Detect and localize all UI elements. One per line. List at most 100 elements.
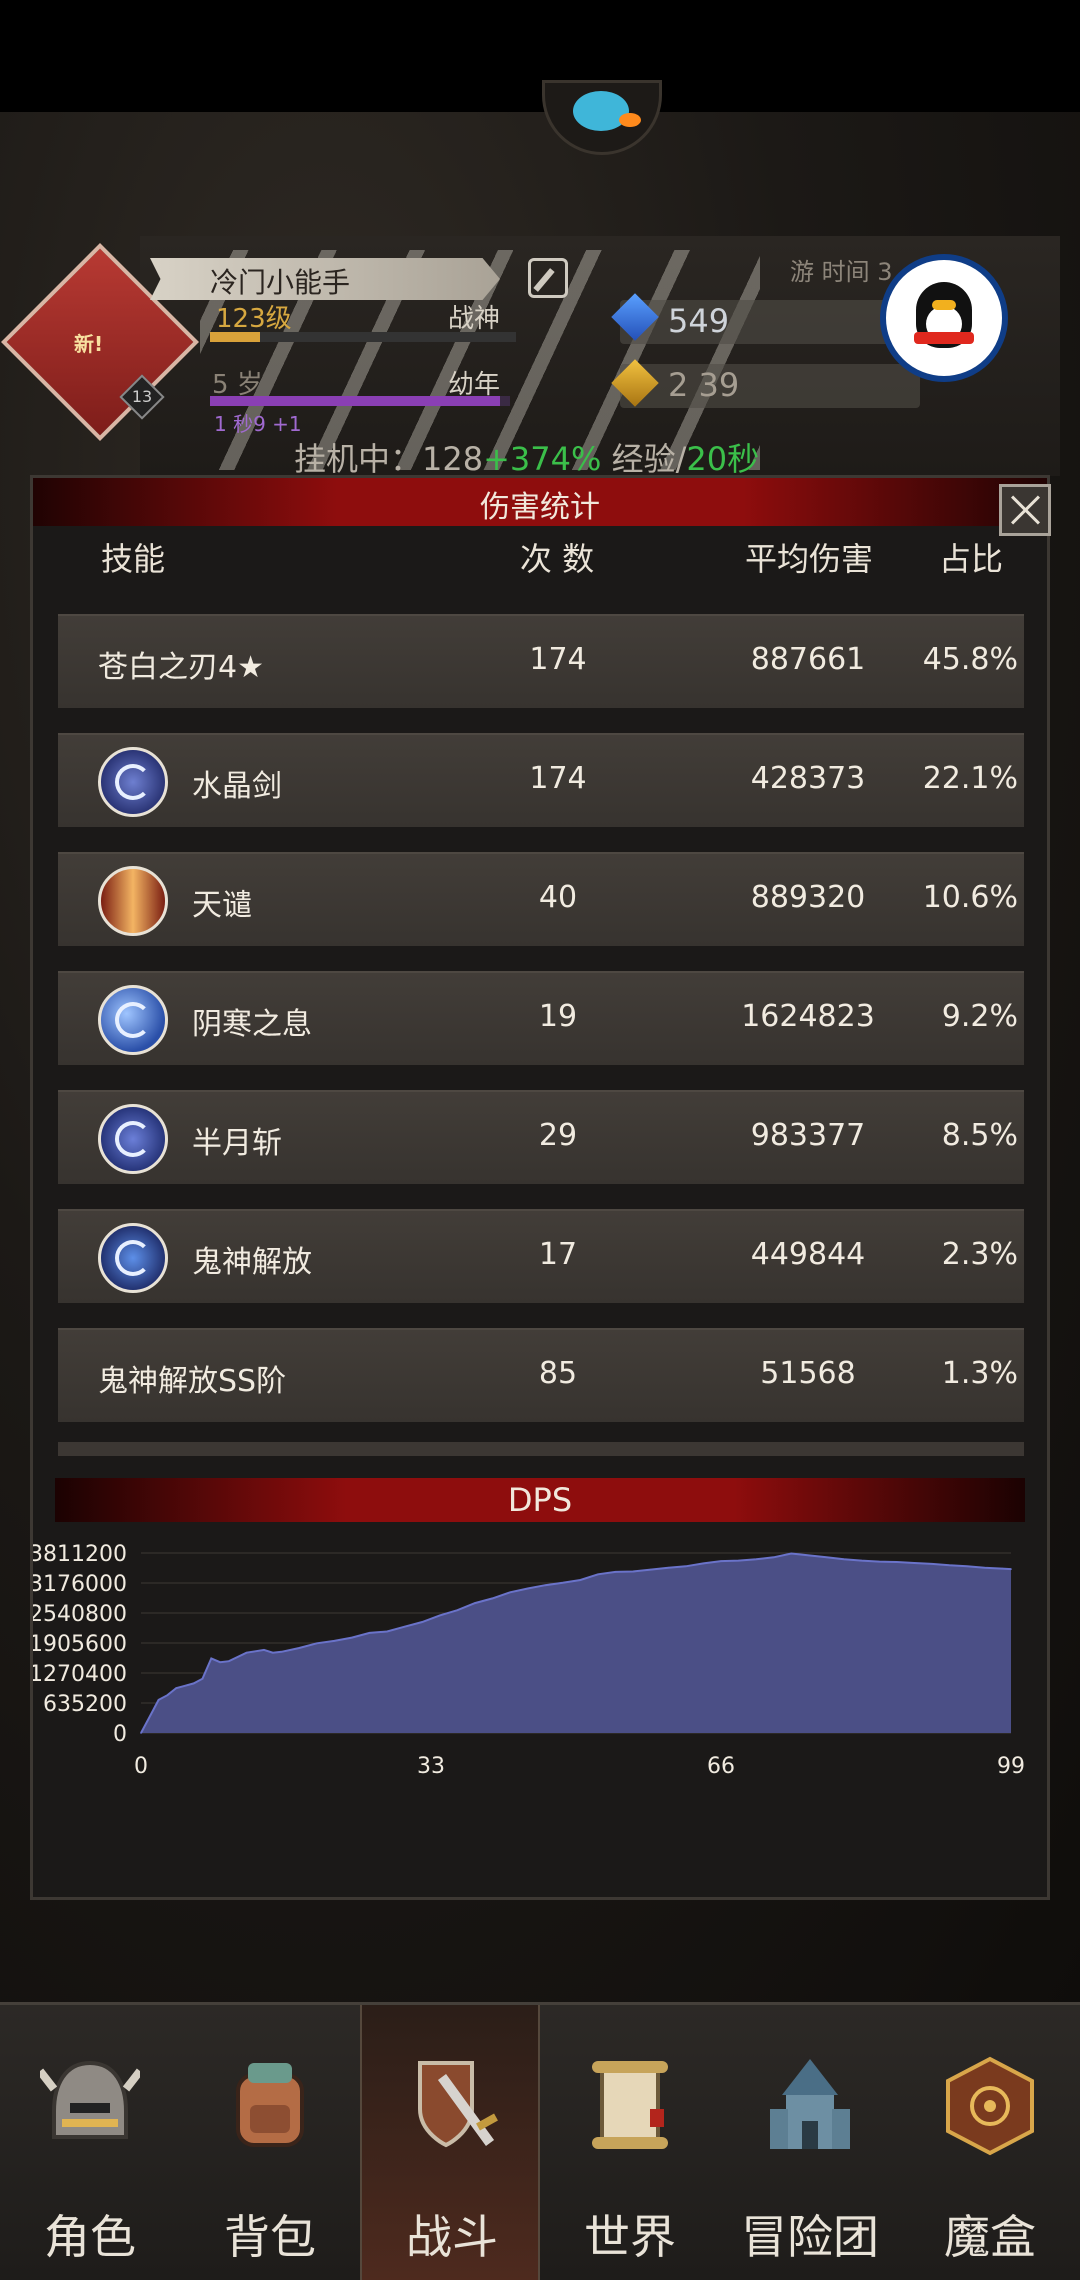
dps-point [825,1556,828,1559]
skill-count: 40 [538,880,578,915]
skill-avg-damage: 51568 [760,1356,856,1391]
dps-point [737,1559,740,1562]
gem-value: 549 [668,302,730,340]
dps-point [509,1591,511,1594]
dps-point [597,1573,599,1576]
dps-point [808,1554,810,1557]
bird-icon [573,91,629,131]
dps-point [280,1651,283,1653]
dps-point [192,1682,195,1685]
skill-name: 阴寒之息 [192,1007,312,1042]
nav-bag[interactable]: 背包 [180,2005,360,2280]
y-tick-label: 1270400 [33,1662,127,1687]
xp-bar [210,332,516,342]
dps-point [1010,1568,1012,1570]
nav-magic-box[interactable]: 魔盒 [900,2005,1080,2280]
gem-counter[interactable] [620,300,920,344]
modal-title: 伤害统计 [480,490,600,525]
dps-point [351,1636,353,1639]
damage-stats-modal: 伤害统计 技能 次 数 平均伤害 占比 苍白之刃4★ 174 887661 45… [30,475,1051,1900]
table-row[interactable]: 鬼神解放 17 449844 2.3% [58,1209,1024,1303]
table-row[interactable]: 半月斩 29 983377 8.5% [58,1090,1024,1184]
dps-point [667,1566,670,1569]
nav-label: 背包 [224,2210,316,2264]
dps-point [456,1609,459,1611]
y-tick-label: 0 [113,1722,127,1747]
scroll-map-icon [592,2061,668,2149]
skill-name: 半月斩 [192,1126,282,1161]
dps-title: DPS [507,1481,573,1519]
dps-point [491,1597,494,1600]
skill-avg-damage: 887661 [750,642,866,677]
dps-point [790,1552,793,1555]
dps-point [702,1562,705,1565]
dps-point [245,1651,248,1654]
dps-point [544,1584,546,1586]
dps-point [272,1651,274,1654]
skill-count: 174 [529,761,587,796]
dps-point [333,1640,336,1642]
dps-point [140,1732,142,1734]
dps-point [1001,1567,1003,1570]
bottom-nav: 角色 背包 战斗 世界 冒险团 魔盒 [0,2002,1080,2280]
dps-point [632,1570,634,1573]
dps-point [421,1621,424,1623]
dps-point [649,1568,652,1571]
table-row-partial[interactable] [58,1442,1024,1456]
dps-point [175,1687,177,1689]
dps-point [201,1677,204,1680]
dps-point [983,1566,986,1569]
dps-point [931,1563,933,1565]
table-row[interactable]: 水晶剑 174 428373 22.1% [58,733,1024,827]
skill-name: 鬼神解放SS阶 [98,1364,287,1399]
dps-point [263,1649,265,1651]
dps-point [219,1661,221,1663]
dps-point [579,1579,582,1581]
heaven-punishment-icon [98,866,168,936]
dps-point [184,1685,186,1687]
skill-name: 鬼神解放 [192,1245,312,1280]
dps-point [166,1694,169,1696]
dps-title-bar: DPS [55,1478,1025,1522]
y-tick-label: 3176000 [33,1572,127,1597]
dps-point [860,1559,863,1562]
dps-point [439,1614,441,1617]
nav-battle[interactable]: 战斗 [360,2005,540,2280]
lifespan-text: 1 秒9 +1 [214,412,302,436]
dps-point [720,1560,722,1562]
skill-name: 苍白之刃4★ [98,650,264,685]
dps-point [254,1650,256,1653]
nav-adventure-team[interactable]: 冒险团 [720,2005,900,2280]
y-tick-label: 3811200 [33,1542,127,1567]
dps-point [966,1565,968,1568]
dps-point [843,1558,845,1560]
dps-point [298,1647,301,1649]
table-row[interactable]: 阴寒之息 19 1624823 9.2% [58,971,1024,1065]
dps-point [228,1660,230,1662]
table-row[interactable]: 鬼神解放SS阶 85 51568 1.3% [58,1328,1024,1422]
nav-world[interactable]: 世界 [540,2005,720,2280]
dps-point [368,1632,371,1634]
sword-shield-icon [418,2061,498,2148]
x-tick-label: 99 [997,1754,1025,1779]
nav-role[interactable]: 角色 [0,2005,180,2280]
x-tick-label: 66 [707,1754,735,1779]
skill-avg-damage: 889320 [750,880,866,915]
nav-label: 冒险团 [741,2210,879,2264]
dps-point [403,1625,406,1628]
gold-counter[interactable] [620,364,920,408]
castle-icon [770,2059,850,2149]
table-row[interactable]: 天谴 40 889320 10.6% [58,852,1024,946]
player-level: 123级 [216,304,292,334]
dps-chart: 0 635200 1270400 1905600 2540800 3176000 38112… [33,1542,1025,1779]
skill-count: 29 [538,1118,578,1153]
dps-point [149,1715,151,1718]
gold-value: 2 39 [668,366,740,404]
edit-icon[interactable] [528,258,568,298]
qq-share-button[interactable] [880,254,1008,382]
close-icon[interactable] [999,484,1051,536]
player-title: 战神 [448,304,501,334]
skill-ratio: 1.3% [941,1356,1018,1391]
table-row[interactable]: 苍白之刃4★ 174 887661 45.8% [58,614,1024,708]
dps-point [474,1602,476,1604]
